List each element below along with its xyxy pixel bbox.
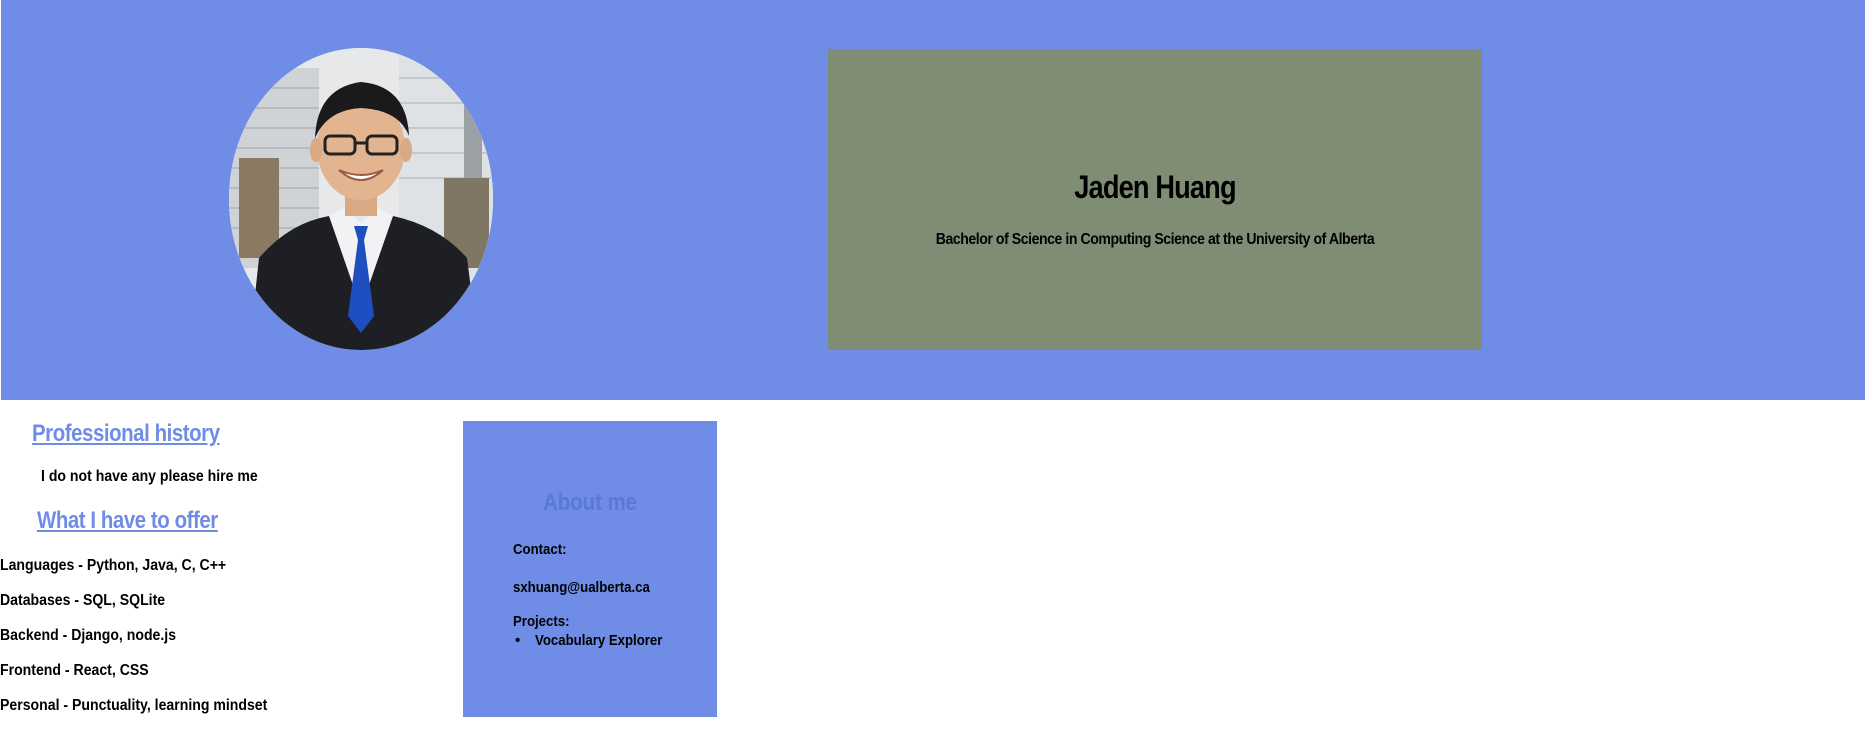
- projects-label: Projects:: [513, 613, 570, 630]
- skill-key: Frontend: [0, 662, 62, 679]
- skill-separator: -: [61, 662, 74, 679]
- about-me-heading-text: About me: [542, 489, 638, 516]
- skill-personal: Personal - Punctuality, learning mindset: [0, 697, 267, 715]
- skill-separator: -: [58, 627, 72, 644]
- project-list: • Vocabulary Explorer: [513, 632, 680, 649]
- project-name: Vocabulary Explorer: [535, 632, 663, 649]
- header-banner: Jaden Huang Bachelor of Science in Compu…: [1, 0, 1865, 400]
- skill-languages: Languages - Python, Java, C, C++: [0, 557, 226, 575]
- profile-photo-image: [229, 48, 493, 350]
- skill-key: Languages: [0, 557, 75, 574]
- skill-databases: Databases - SQL, SQLite: [0, 592, 165, 610]
- offer-heading: What I have to offer: [37, 507, 218, 534]
- skill-separator: -: [74, 557, 87, 574]
- name-card: Jaden Huang Bachelor of Science in Compu…: [828, 49, 1482, 350]
- skill-key: Backend: [0, 627, 59, 644]
- skill-value: React, CSS: [73, 662, 149, 679]
- about-me-heading: About me: [482, 489, 698, 517]
- skill-value: SQL, SQLite: [82, 592, 166, 609]
- skill-value: Punctuality, learning mindset: [71, 697, 268, 714]
- skill-key: Databases: [0, 592, 71, 609]
- skill-frontend: Frontend - React, CSS: [0, 662, 149, 680]
- professional-history-heading: Professional history: [32, 420, 220, 447]
- page-title: Jaden Huang: [1074, 169, 1236, 205]
- contact-email: sxhuang@ualberta.ca: [513, 579, 650, 596]
- skill-separator: -: [70, 592, 83, 609]
- skill-separator: -: [59, 697, 72, 714]
- skill-key: Personal: [0, 697, 60, 714]
- contact-label: Contact:: [513, 541, 567, 558]
- about-me-card: About me Contact: sxhuang@ualberta.ca Pr…: [463, 421, 717, 717]
- project-item: • Vocabulary Explorer: [513, 632, 680, 649]
- bullet-icon: •: [515, 632, 521, 649]
- skill-value: Python, Java, C, C++: [86, 557, 227, 574]
- profile-photo: [229, 48, 493, 350]
- skill-value: Django, node.js: [71, 627, 177, 644]
- skill-backend: Backend - Django, node.js: [0, 627, 176, 645]
- degree-subtitle: Bachelor of Science in Computing Science…: [935, 231, 1375, 248]
- professional-history-text: I do not have any please hire me: [41, 468, 258, 485]
